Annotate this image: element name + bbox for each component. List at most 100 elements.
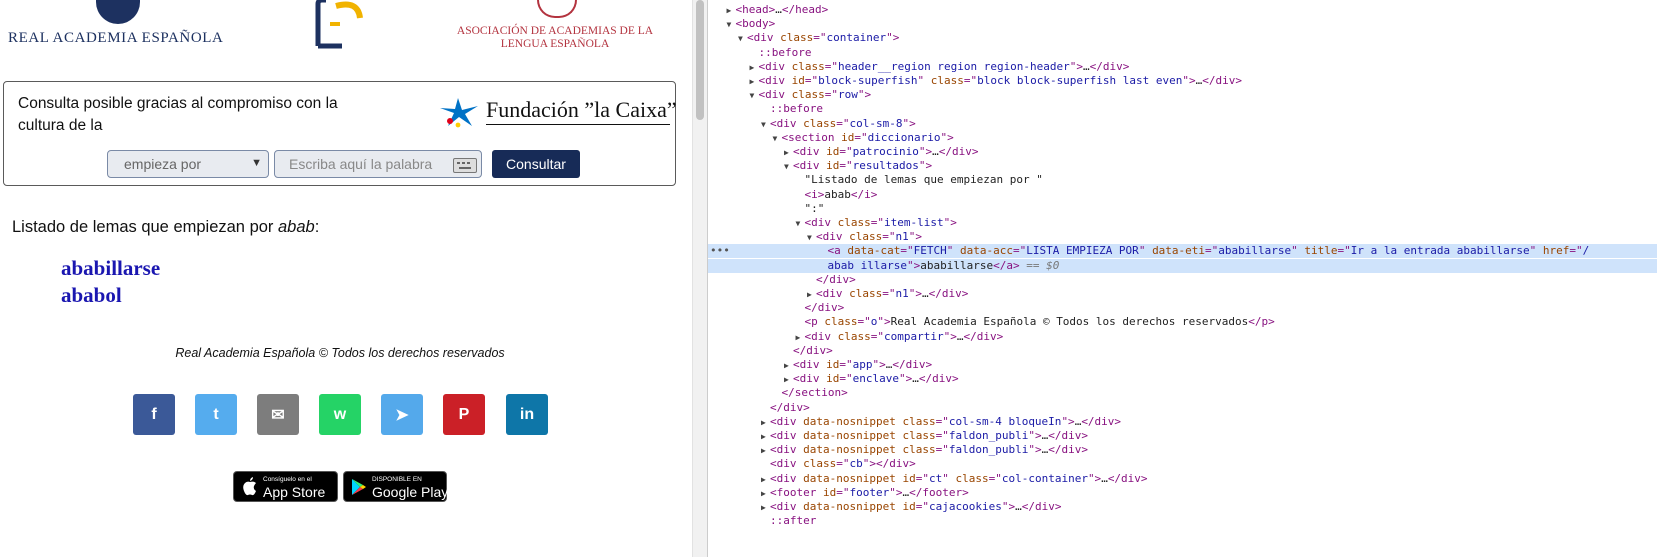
expand-triangle-icon[interactable]: ▶ [784,359,793,373]
dom-token: ::before [770,102,823,116]
dom-node-line[interactable]: ▶ <div data-nosnippet id="ct" class="col-… [708,472,1657,486]
collapse-triangle-icon[interactable]: ▼ [750,89,759,103]
collapse-triangle-icon[interactable]: ▼ [738,32,747,46]
dom-node-line[interactable]: ▼ <div id="resultados"> [708,159,1657,173]
dom-node-line[interactable]: ▶ <footer id="footer">…</footer> [708,486,1657,500]
dom-node-line[interactable]: ▶ <div data-nosnippet class="faldon_publi… [708,429,1657,443]
expand-triangle-icon[interactable]: ▶ [761,487,770,501]
search-mode-select[interactable]: empieza por ▼ [107,150,269,178]
node-menu-icon[interactable]: ••• [710,244,730,258]
collapse-triangle-icon[interactable]: ▼ [796,217,805,231]
expand-triangle-icon[interactable]: ▶ [727,4,736,18]
dom-node-line[interactable]: ▶ <div data-nosnippet id="cajacookies">…<… [708,500,1657,514]
lemma-link[interactable]: ababillarse [61,256,160,281]
google-play-badge[interactable]: DISPONIBLE EN Google Play [343,471,448,502]
telegram-share-button[interactable]: ➤ [381,394,423,435]
email-share-button[interactable]: ✉ [257,394,299,435]
dom-node-line[interactable]: </div> [708,301,1657,315]
expand-triangle-icon[interactable]: ▶ [807,288,816,302]
app-store-badge[interactable]: Consíguelo en el App Store [233,471,338,502]
dom-node-line[interactable]: "Listado de lemas que empiezan por " [708,173,1657,187]
dom-node-line[interactable]: ▼ <body> [708,17,1657,31]
dom-node-line[interactable]: abab illarse">ababillarse</a> == $0 [708,258,1657,273]
rae-logo[interactable]: REAL ACADEMIA ESPAÑOLA [8,0,223,48]
expand-triangle-icon[interactable]: ▶ [761,501,770,515]
dom-node-line[interactable]: ▶ <div id="enclave">…</div> [708,372,1657,386]
dom-node-line[interactable]: ▼ <div class="item-list"> [708,216,1657,230]
linkedin-share-button[interactable]: in [506,394,548,435]
page-scrollbar[interactable] [692,0,707,557]
dom-token: … [775,3,782,16]
dom-node-line[interactable]: ▶ <div class="compartir">…</div> [708,330,1657,344]
dom-token: item-list [884,216,944,229]
expand-triangle-icon[interactable]: ▶ [750,61,759,75]
pinterest-share-button[interactable]: P [443,394,485,435]
dom-node-line[interactable]: </section> [708,386,1657,400]
dom-token: id [826,145,840,158]
dictionary-logo[interactable] [296,0,366,50]
dom-token: <div [793,358,827,371]
collapse-triangle-icon[interactable]: ▼ [727,18,736,32]
expand-triangle-icon[interactable]: ▶ [761,430,770,444]
dom-token: "> [1087,471,1102,485]
asale-logo[interactable]: ASOCIACIÓN DE ACADEMIAS DE LA LENGUA ESP… [455,0,655,52]
dom-node-line[interactable]: </div> [708,273,1657,287]
dom-node-line[interactable]: </div> [708,344,1657,358]
dom-node-line[interactable]: <div class="cb"></div> [708,457,1657,471]
expand-triangle-icon[interactable]: ▶ [761,473,770,487]
dom-token: "> [886,31,900,45]
dom-token: "> [889,485,903,499]
dom-token: <div [770,471,804,485]
twitter-share-button[interactable]: t [195,394,237,435]
dom-node-line[interactable]: ▼ <section id="diccionario"> [708,131,1657,145]
dom-node-line[interactable]: ::before [708,102,1657,116]
dom-node-line[interactable]: ••• <a data-cat="FETCH" data-acc="LISTA E… [708,244,1657,259]
dom-node-line[interactable]: ▼ <div class="n1"> [708,230,1657,244]
dom-token: </div> [963,329,1004,343]
dom-node-line[interactable]: ▼ <div class="container"> [708,31,1657,45]
expand-triangle-icon[interactable]: ▶ [750,75,759,89]
expand-triangle-icon[interactable]: ▶ [761,444,770,458]
dom-node-line[interactable]: </div> [708,401,1657,415]
dom-token: col-sm-8 [849,116,903,130]
dom-node-line[interactable]: ▶ <div class="header__region region regio… [708,60,1657,74]
dom-token: =" [824,88,838,102]
collapse-triangle-icon[interactable]: ▼ [773,132,782,146]
dom-node-line[interactable]: <p class="o">Real Academia Española © To… [708,315,1657,329]
collapse-triangle-icon[interactable]: ▼ [807,231,816,245]
dom-node-line[interactable]: ▶ <div id="patrocinio">…</div> [708,145,1657,159]
expand-triangle-icon[interactable]: ▶ [796,331,805,345]
dom-node-line[interactable]: ::after [708,514,1657,528]
scrollbar-thumb[interactable] [696,0,704,120]
dom-node-line[interactable]: ":" [708,202,1657,216]
whatsapp-share-button[interactable]: w [319,394,361,435]
dom-node-line[interactable]: ▶ <div class="n1">…</div> [708,287,1657,301]
dom-node-line[interactable]: ▶ <div id="block-superfish" class="block … [708,74,1657,88]
collapse-triangle-icon[interactable]: ▼ [784,160,793,174]
dom-node-line[interactable]: ▶ <head>…</head> [708,3,1657,17]
keyboard-icon[interactable] [453,158,477,173]
dom-node-line[interactable]: <i>abab</i> [708,188,1657,202]
search-input[interactable]: Escriba aquí la palabra [274,150,482,178]
dom-node-line[interactable]: ▼ <div class="col-sm-8"> [708,117,1657,131]
dom-node-line[interactable]: ▶ <div id="app">…</div> [708,358,1657,372]
expand-triangle-icon[interactable]: ▶ [784,373,793,387]
dom-token: </div> [1107,471,1148,485]
dom-token: abab illarse [827,258,907,272]
dom-token: "> [877,315,891,329]
dom-node-line[interactable]: ▶ <div data-nosnippet class="col-sm-4 blo… [708,415,1657,429]
consultar-button[interactable]: Consultar [492,150,580,178]
la-caixa-logo[interactable]: Fundación ”la Caixa” [438,94,677,130]
lemma-link[interactable]: ababol [61,283,122,308]
collapse-triangle-icon[interactable]: ▼ [761,118,770,132]
dom-token: </p> [1248,315,1275,329]
dom-token: </div> [816,272,856,286]
facebook-share-button[interactable]: f [133,394,175,435]
expand-triangle-icon[interactable]: ▶ [761,416,770,430]
dom-node-line[interactable]: ▼ <div class="row"> [708,88,1657,102]
dom-token: =" [935,443,949,457]
expand-triangle-icon[interactable]: ▶ [784,146,793,160]
dom-node-line[interactable]: ▶ <div data-nosnippet class="faldon_publi… [708,443,1657,457]
dom-token: <section [781,130,842,144]
dom-node-line[interactable]: ::before [708,46,1657,60]
